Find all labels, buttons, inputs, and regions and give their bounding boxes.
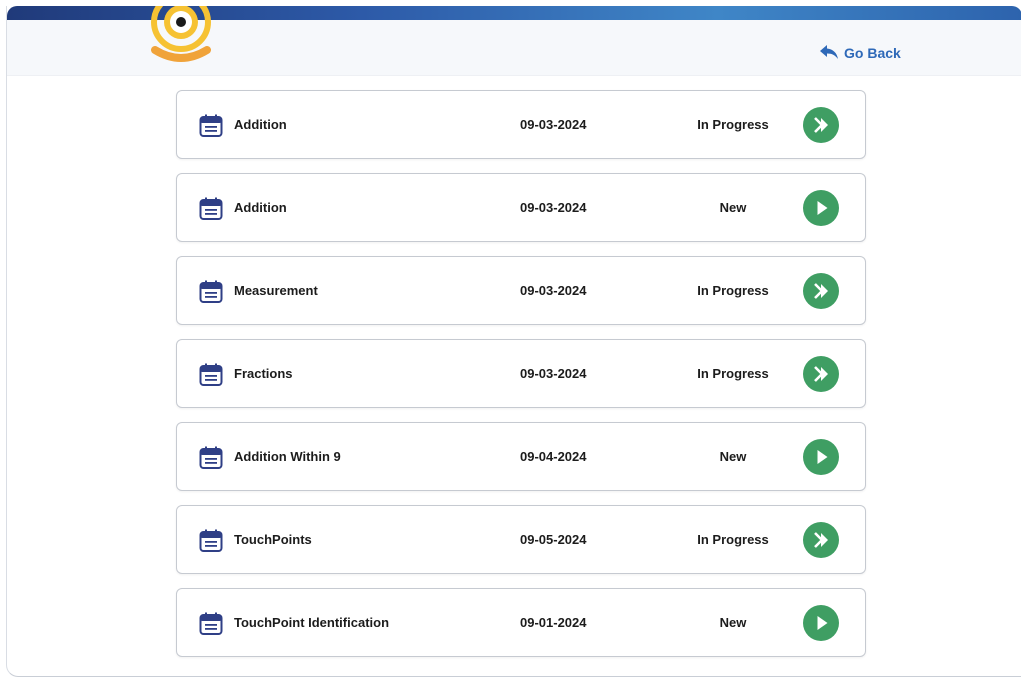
resume-icon (814, 532, 828, 548)
item-date: 09-05-2024 (520, 532, 587, 547)
resume-icon (814, 366, 828, 382)
resume-button[interactable] (803, 273, 839, 309)
status-badge: New (719, 615, 747, 630)
calendar-icon (198, 611, 224, 637)
status-badge: In Progress (697, 283, 769, 298)
status-badge: In Progress (697, 117, 769, 132)
list-item: Addition 09-03-2024 New (176, 173, 866, 242)
resume-button[interactable] (803, 107, 839, 143)
item-name: Fractions (234, 366, 293, 381)
status-badge: New (719, 200, 747, 215)
item-name: Addition (234, 117, 287, 132)
header: Go Back (7, 0, 1021, 76)
item-date: 09-03-2024 (520, 366, 587, 381)
status-badge: New (719, 449, 747, 464)
assignment-list: Addition 09-03-2024 In Progress Addition… (176, 90, 866, 671)
play-button[interactable] (803, 439, 839, 475)
list-item: Measurement 09-03-2024 In Progress (176, 256, 866, 325)
calendar-icon (198, 362, 224, 388)
status-badge: In Progress (697, 532, 769, 547)
item-date: 09-01-2024 (520, 615, 587, 630)
play-icon (817, 450, 828, 464)
calendar-icon (198, 445, 224, 471)
item-name: Addition Within 9 (234, 449, 341, 464)
back-arrow-icon (819, 44, 839, 63)
status-badge: In Progress (697, 366, 769, 381)
list-item: Addition 09-03-2024 In Progress (176, 90, 866, 159)
logo (145, 0, 217, 72)
resume-icon (814, 283, 828, 299)
calendar-icon (198, 196, 224, 222)
calendar-icon (198, 279, 224, 305)
go-back-button[interactable]: Go Back (819, 42, 901, 64)
item-date: 09-03-2024 (520, 117, 587, 132)
play-button[interactable] (803, 190, 839, 226)
resume-button[interactable] (803, 356, 839, 392)
play-button[interactable] (803, 605, 839, 641)
item-date: 09-04-2024 (520, 449, 587, 464)
play-icon (817, 616, 828, 630)
list-item: Fractions 09-03-2024 In Progress (176, 339, 866, 408)
item-name: TouchPoints (234, 532, 312, 547)
go-back-label: Go Back (844, 45, 901, 61)
calendar-icon (198, 528, 224, 554)
play-icon (817, 201, 828, 215)
item-date: 09-03-2024 (520, 283, 587, 298)
item-name: TouchPoint Identification (234, 615, 390, 630)
item-name: Measurement (234, 283, 318, 298)
item-date: 09-03-2024 (520, 200, 587, 215)
calendar-icon (198, 113, 224, 139)
resume-icon (814, 117, 828, 133)
list-item: TouchPoints 09-05-2024 In Progress (176, 505, 866, 574)
resume-button[interactable] (803, 522, 839, 558)
list-item: TouchPoint Identification 09-01-2024 New (176, 588, 866, 657)
list-item: Addition Within 9 09-04-2024 New (176, 422, 866, 491)
item-name: Addition (234, 200, 287, 215)
